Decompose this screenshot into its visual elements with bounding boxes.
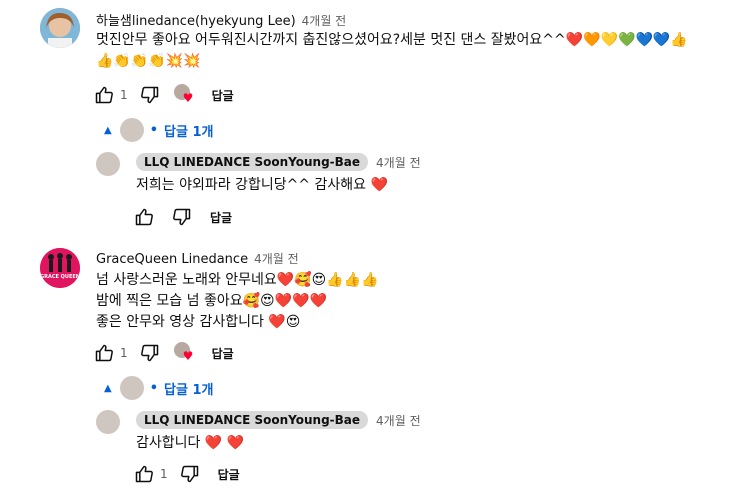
commenter-avatar[interactable]: GRACE QUEEN	[40, 248, 80, 288]
comment-line: 멋진안무 좋아요 어두워진시간까지 춥진않으셨어요?세분 멋진 댄스 잘봤어요^…	[96, 32, 688, 48]
commenter-avatar[interactable]	[40, 8, 80, 48]
like-button[interactable]	[132, 205, 156, 229]
thumbs-down-icon	[140, 344, 158, 362]
dislike-button[interactable]	[170, 205, 194, 229]
comment-actions: 1 ♥ 답글	[92, 83, 234, 107]
separator-dot: •	[149, 122, 159, 138]
like-count: 1	[120, 346, 128, 360]
heart-icon: ♥	[182, 91, 194, 105]
thumbs-down-icon	[173, 208, 191, 226]
comment-line: 넘 사랑스러운 노래와 안무네요❤️🥰😍👍👍👍	[96, 272, 379, 288]
heart-icon: ♥	[182, 349, 194, 363]
comment-line: 👍👏👏👏💥💥	[96, 53, 201, 69]
replies-toggle-label: 답글 1개	[164, 124, 214, 140]
reply-avatar[interactable]	[96, 152, 120, 176]
reply-actions: 답글	[132, 205, 232, 229]
reply-button[interactable]: 답글	[210, 209, 232, 226]
creator-heart: ♥	[173, 84, 196, 106]
comment-author[interactable]: 하늘샘linedance(hyekyung Lee)	[96, 10, 296, 29]
dislike-button[interactable]	[138, 83, 162, 107]
like-count: 1	[120, 88, 128, 102]
like-button[interactable]	[92, 341, 116, 365]
comment-timestamp[interactable]: 4개월 전	[254, 250, 299, 267]
thumbs-up-icon	[135, 208, 153, 226]
reply-button[interactable]: 답글	[218, 466, 240, 483]
thumbs-up-icon	[95, 344, 113, 362]
comment-timestamp[interactable]: 4개월 전	[302, 12, 347, 29]
avatar-logo-text: GRACE QUEEN	[40, 274, 80, 280]
thumbs-down-icon	[180, 465, 198, 483]
reply-actions: 1 답글	[132, 462, 240, 486]
reply-timestamp[interactable]: 4개월 전	[376, 412, 421, 429]
like-button[interactable]	[132, 462, 156, 486]
comment-actions: 1 ♥ 답글	[92, 341, 234, 365]
reply-author-mini-avatar	[119, 118, 144, 142]
dislike-button[interactable]	[178, 462, 202, 486]
separator-dot: •	[149, 380, 159, 396]
avatar-logo-icon	[40, 248, 80, 288]
comment-text: 넘 사랑스러운 노래와 안무네요❤️🥰😍👍👍👍 밤에 찍은 모습 넘 좋아요🥰😍…	[96, 270, 736, 333]
reply-button[interactable]: 답글	[212, 87, 234, 104]
caret-up-icon: ▲	[104, 382, 112, 394]
comment-text: 멋진안무 좋아요 어두워진시간까지 춥진않으셨어요?세분 멋진 댄스 잘봤어요^…	[96, 30, 736, 72]
creator-heart: ♥	[173, 342, 196, 364]
reply-text: 저희는 야외파라 강합니당^^ 감사해요 ❤️	[136, 175, 388, 196]
replies-toggle[interactable]: ▲ • 답글 1개	[104, 118, 213, 142]
reply-author-chip[interactable]: LLQ LINEDANCE SoonYoung-Bae	[136, 411, 369, 429]
avatar-photo-icon	[40, 8, 80, 48]
caret-up-icon: ▲	[104, 124, 112, 136]
like-count: 1	[160, 467, 168, 481]
thumbs-down-icon	[140, 86, 158, 104]
reply-avatar[interactable]	[96, 410, 120, 434]
reply-author-chip[interactable]: LLQ LINEDANCE SoonYoung-Bae	[136, 153, 369, 171]
reply-line: 저희는 야외파라 강합니당^^ 감사해요 ❤️	[136, 177, 388, 193]
reply-text: 감사합니다 ❤️ ❤️	[136, 433, 244, 454]
thumbs-up-icon	[135, 465, 153, 483]
reply-author-mini-avatar	[119, 376, 144, 400]
reply-line: 감사합니다 ❤️ ❤️	[136, 435, 245, 451]
dislike-button[interactable]	[138, 341, 162, 365]
replies-toggle-label: 답글 1개	[164, 382, 214, 398]
comment-line: 밤에 찍은 모습 넘 좋아요🥰😍❤️❤️❤️	[96, 293, 327, 309]
comment-line: 좋은 안무와 영상 감사합니다 ❤️😍	[96, 314, 301, 330]
like-button[interactable]	[92, 83, 116, 107]
replies-toggle[interactable]: ▲ • 답글 1개	[104, 376, 213, 400]
reply-timestamp[interactable]: 4개월 전	[376, 154, 421, 171]
reply-button[interactable]: 답글	[212, 345, 234, 362]
thumbs-up-icon	[95, 86, 113, 104]
comment-author[interactable]: GraceQueen Linedance	[96, 252, 248, 267]
